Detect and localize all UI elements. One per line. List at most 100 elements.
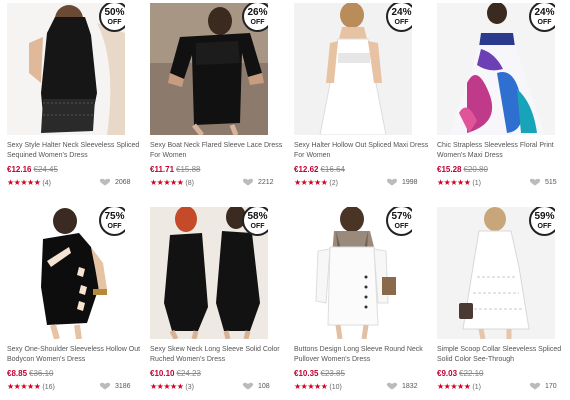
heart-icon — [529, 178, 541, 186]
original-price: €20.80 — [463, 165, 488, 174]
star-rating-icon: ★★★★★ — [294, 382, 328, 391]
favorite-count-value: 1832 — [402, 382, 418, 390]
review-count[interactable]: (8) — [185, 180, 194, 187]
product-card[interactable]: 59% OFF Simple Scoop Collar Sleeveless S… — [437, 207, 570, 393]
discount-off-label: OFF — [394, 222, 409, 230]
discount-badge: 75% OFF — [99, 207, 125, 236]
original-price: €24.45 — [33, 165, 58, 174]
product-name[interactable]: Sexy Boat Neck Flared Sleeve Lace Dress … — [150, 141, 286, 161]
discount-percent: 58% — [247, 210, 268, 222]
product-card[interactable]: 75% OFF Sexy One-Shoulder Sleeveless Hol… — [7, 207, 147, 393]
discount-badge: 24% OFF — [386, 3, 412, 32]
discount-percent: 24% — [534, 6, 555, 18]
product-image[interactable]: 24% OFF — [437, 3, 555, 135]
review-count[interactable]: (1) — [472, 384, 481, 391]
star-rating-icon: ★★★★★ — [7, 382, 41, 391]
favorite-count[interactable]: 108 — [242, 382, 270, 390]
price-row: €11.71 €15.88 — [150, 165, 290, 176]
product-card[interactable]: 26% OFF Sexy Boat Neck Flared Sleeve Lac… — [150, 3, 290, 189]
sale-price: €15.28 — [437, 165, 462, 174]
product-card[interactable]: 58% OFF Sexy Skew Neck Long Sleeve Solid… — [150, 207, 290, 393]
rating-row: ★★★★★ (1) 515 — [437, 178, 570, 189]
sale-price: €11.71 — [150, 165, 175, 174]
favorite-count[interactable]: 3186 — [99, 382, 131, 390]
product-card[interactable]: 50% OFF Sexy Style Halter Neck Sleeveles… — [7, 3, 147, 189]
review-count[interactable]: (4) — [42, 180, 51, 187]
product-image[interactable]: 50% OFF — [7, 3, 125, 135]
product-name[interactable]: Sexy One-Shoulder Sleeveless Hollow Out … — [7, 345, 143, 365]
sale-price: €8.85 — [7, 369, 28, 378]
product-name[interactable]: Simple Scoop Collar Sleeveless Spliced S… — [437, 345, 570, 365]
price-row: €9.03 €22.10 — [437, 369, 570, 380]
favorite-count-value: 2068 — [115, 178, 131, 186]
favorite-count[interactable]: 1832 — [386, 382, 418, 390]
discount-badge: 26% OFF — [242, 3, 268, 32]
favorite-count[interactable]: 2212 — [242, 178, 274, 186]
star-rating-icon: ★★★★★ — [150, 178, 184, 187]
favorite-count-value: 170 — [545, 382, 557, 390]
heart-icon — [99, 382, 111, 390]
review-count[interactable]: (2) — [329, 180, 338, 187]
review-count[interactable]: (3) — [185, 384, 194, 391]
star-rating-icon: ★★★★★ — [150, 382, 184, 391]
price-row: €12.62 €16.64 — [294, 165, 434, 176]
product-grid: 50% OFF Sexy Style Halter Neck Sleeveles… — [0, 0, 570, 400]
rating-row: ★★★★★ (10) 1832 — [294, 382, 434, 393]
product-name[interactable]: Sexy Skew Neck Long Sleeve Solid Color R… — [150, 345, 286, 365]
original-price: €15.88 — [176, 165, 201, 174]
sale-price: €9.03 — [437, 369, 458, 378]
heart-icon — [242, 178, 254, 186]
product-image[interactable]: 58% OFF — [150, 207, 268, 339]
original-price: €16.64 — [320, 165, 345, 174]
favorite-count-value: 108 — [258, 382, 270, 390]
discount-badge: 57% OFF — [386, 207, 412, 236]
product-image[interactable]: 75% OFF — [7, 207, 125, 339]
favorite-count-value: 1998 — [402, 178, 418, 186]
product-image[interactable]: 57% OFF — [294, 207, 412, 339]
price-row: €12.16 €24.45 — [7, 165, 147, 176]
discount-badge: 58% OFF — [242, 207, 268, 236]
star-rating-icon: ★★★★★ — [7, 178, 41, 187]
review-count[interactable]: (10) — [329, 384, 341, 391]
star-rating-icon: ★★★★★ — [437, 178, 471, 187]
product-image[interactable]: 26% OFF — [150, 3, 268, 135]
discount-percent: 50% — [104, 6, 125, 18]
favorite-count-value: 515 — [545, 178, 557, 186]
heart-icon — [386, 178, 398, 186]
original-price: €36.10 — [29, 369, 54, 378]
discount-off-label: OFF — [107, 222, 122, 230]
price-row: €10.35 €23.85 — [294, 369, 434, 380]
star-rating-icon: ★★★★★ — [437, 382, 471, 391]
favorite-count[interactable]: 1998 — [386, 178, 418, 186]
sale-price: €10.10 — [150, 369, 175, 378]
discount-badge: 59% OFF — [529, 207, 555, 236]
discount-badge: 50% OFF — [99, 3, 125, 32]
price-row: €8.85 €36.10 — [7, 369, 147, 380]
product-card[interactable]: 24% OFF Chic Strapless Sleeveless Floral… — [437, 3, 570, 189]
rating-row: ★★★★★ (4) 2068 — [7, 178, 147, 189]
product-image[interactable]: 24% OFF — [294, 3, 412, 135]
rating-row: ★★★★★ (16) 3186 — [7, 382, 147, 393]
product-image[interactable]: 59% OFF — [437, 207, 555, 339]
original-price: €23.85 — [320, 369, 345, 378]
discount-off-label: OFF — [537, 18, 552, 26]
rating-row: ★★★★★ (8) 2212 — [150, 178, 290, 189]
favorite-count[interactable]: 170 — [529, 382, 557, 390]
price-row: €10.10 €24.23 — [150, 369, 290, 380]
sale-price: €12.16 — [7, 165, 32, 174]
product-name[interactable]: Chic Strapless Sleeveless Floral Print W… — [437, 141, 570, 161]
review-count[interactable]: (1) — [472, 180, 481, 187]
favorite-count[interactable]: 515 — [529, 178, 557, 186]
product-name[interactable]: Sexy Style Halter Neck Sleeveless Splice… — [7, 141, 143, 161]
product-name[interactable]: Buttons Design Long Sleeve Round Neck Pu… — [294, 345, 430, 365]
review-count[interactable]: (16) — [42, 384, 54, 391]
product-card[interactable]: 57% OFF Buttons Design Long Sleeve Round… — [294, 207, 434, 393]
discount-off-label: OFF — [107, 18, 122, 26]
discount-percent: 26% — [247, 6, 268, 18]
product-name[interactable]: Sexy Halter Hollow Out Spliced Maxi Dres… — [294, 141, 430, 161]
discount-badge: 24% OFF — [529, 3, 555, 32]
discount-off-label: OFF — [394, 18, 409, 26]
favorite-count[interactable]: 2068 — [99, 178, 131, 186]
discount-off-label: OFF — [250, 18, 265, 26]
product-card[interactable]: 24% OFF Sexy Halter Hollow Out Spliced M… — [294, 3, 434, 189]
